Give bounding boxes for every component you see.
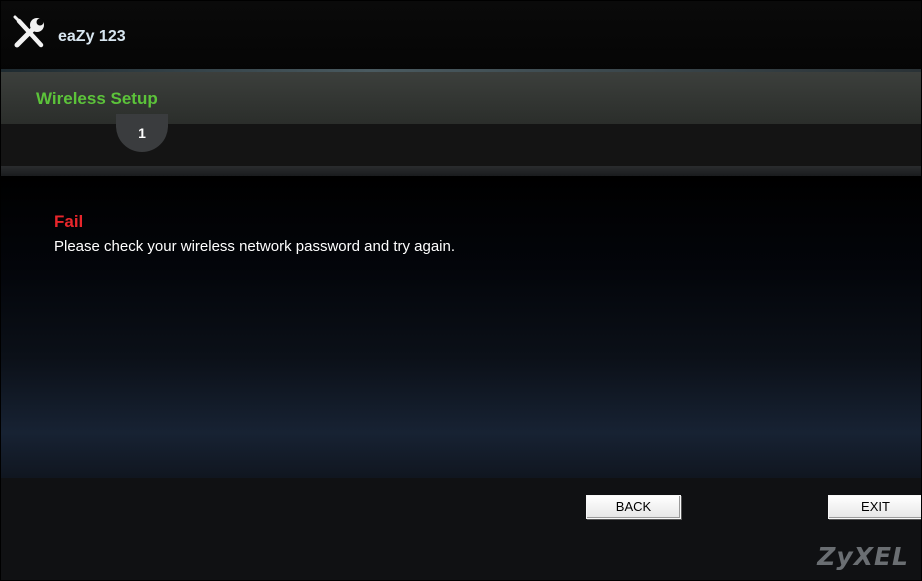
- app-title: eaZy 123: [58, 28, 126, 45]
- tools-icon: [13, 15, 44, 48]
- footer: BACK EXIT ZyXEL: [1, 478, 921, 580]
- status-title: Fail: [54, 212, 84, 231]
- setup-wizard-window: eaZy 123 Wireless Setup 1 Fail Please ch…: [0, 0, 922, 581]
- step-number: 1: [138, 125, 146, 141]
- main-content: Fail Please check your wireless network …: [1, 176, 921, 478]
- exit-button[interactable]: EXIT: [828, 495, 921, 519]
- brand-logo: ZyXEL: [817, 542, 909, 571]
- divider: [1, 166, 921, 176]
- back-button[interactable]: BACK: [586, 495, 681, 519]
- app-header: eaZy 123: [1, 1, 921, 72]
- section-title: Wireless Setup: [36, 89, 158, 108]
- status-message: Please check your wireless network passw…: [54, 238, 456, 255]
